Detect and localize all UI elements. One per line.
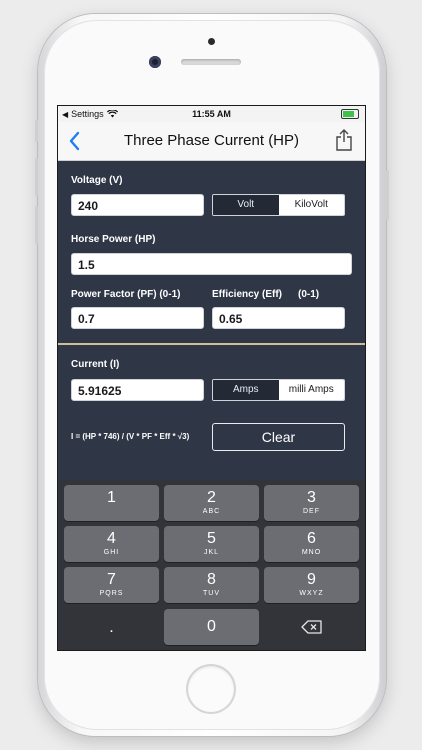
app-screen: ◀ Settings 11:55 AM Three Phase Current … [58,106,365,650]
current-unit-amps[interactable]: Amps [213,380,279,400]
key-1[interactable]: 1 [64,485,159,521]
horse-power-label: Horse Power (HP) [71,234,156,245]
backspace-icon [300,620,322,634]
voltage-label: Voltage (V) [71,175,123,186]
efficiency-label: Efficiency (Eff) [212,289,283,300]
battery-icon [341,109,359,119]
key-3[interactable]: 3 DEF [264,485,359,521]
formula-text: I = (HP * 746) / (V * PF * Eff * √3) [71,432,190,441]
key-7[interactable]: 7 PQRS [64,567,159,603]
current-unit-selector: Amps milli Amps [212,379,345,401]
home-button[interactable] [188,666,234,712]
key-5[interactable]: 5 JKL [164,526,259,562]
horse-power-input[interactable]: 1.5 [71,253,352,275]
power-button [386,170,389,220]
earpiece-speaker [181,59,241,65]
volume-up-button [35,158,38,196]
voltage-input[interactable]: 240 [71,194,204,216]
current-label: Current (I) [71,359,120,370]
voltage-unit-selector: Volt KiloVolt [212,194,345,216]
voltage-unit-volt[interactable]: Volt [213,195,279,215]
key-6[interactable]: 6 MNO [264,526,359,562]
power-factor-label: Power Factor (PF) (0-1) [71,289,181,300]
key-9[interactable]: 9 WXYZ [264,567,359,603]
key-2[interactable]: 2 ABC [164,485,259,521]
current-unit-milliamps[interactable]: milli Amps [278,380,344,400]
key-backspace[interactable] [264,609,359,645]
efficiency-input[interactable]: 0.65 [212,307,345,329]
key-decimal[interactable]: . [64,609,159,645]
silent-switch [35,120,38,142]
share-icon[interactable] [335,128,353,152]
front-camera [149,56,161,68]
key-8[interactable]: 8 TUV [164,567,259,603]
navigation-bar: Three Phase Current (HP) [58,122,365,161]
numeric-keypad: 1 2 ABC 3 DEF 4 GHI 5 JKL 6 MNO 7 PQRS 8 [58,480,365,650]
page-title: Three Phase Current (HP) [123,132,300,149]
status-bar: ◀ Settings 11:55 AM [58,106,365,122]
current-output: 5.91625 [71,379,204,401]
volume-down-button [35,206,38,244]
voltage-unit-kilovolt[interactable]: KiloVolt [278,195,344,215]
power-factor-input[interactable]: 0.7 [71,307,204,329]
clear-button[interactable]: Clear [212,423,345,451]
proximity-sensor [208,38,215,45]
key-4[interactable]: 4 GHI [64,526,159,562]
section-divider [58,343,365,345]
key-0[interactable]: 0 [164,609,259,645]
status-time: 11:55 AM [192,109,231,119]
efficiency-range-label: (0-1) [298,289,320,300]
